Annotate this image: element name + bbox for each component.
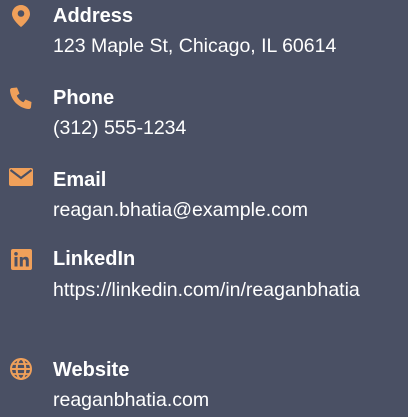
globe-icon xyxy=(9,357,33,381)
address-value: 123 Maple St, Chicago, IL 60614 xyxy=(53,35,337,57)
linkedin-icon xyxy=(9,247,33,271)
map-pin-icon xyxy=(9,4,33,28)
address-label: Address xyxy=(53,5,134,27)
phone-icon xyxy=(9,86,33,110)
phone-label: Phone xyxy=(53,87,115,109)
website-label: Website xyxy=(53,359,130,381)
email-label: Email xyxy=(53,169,107,191)
envelope-icon xyxy=(9,165,33,189)
linkedin-label: LinkedIn xyxy=(53,248,136,270)
email-link[interactable]: reagan.bhatia@example.com xyxy=(53,196,403,225)
linkedin-link[interactable]: https://linkedin.com/in/reaganbhatia xyxy=(53,276,403,305)
phone-link[interactable]: (312) 555-1234 xyxy=(53,114,403,143)
website-link[interactable]: reaganbhatia.com xyxy=(53,386,403,415)
